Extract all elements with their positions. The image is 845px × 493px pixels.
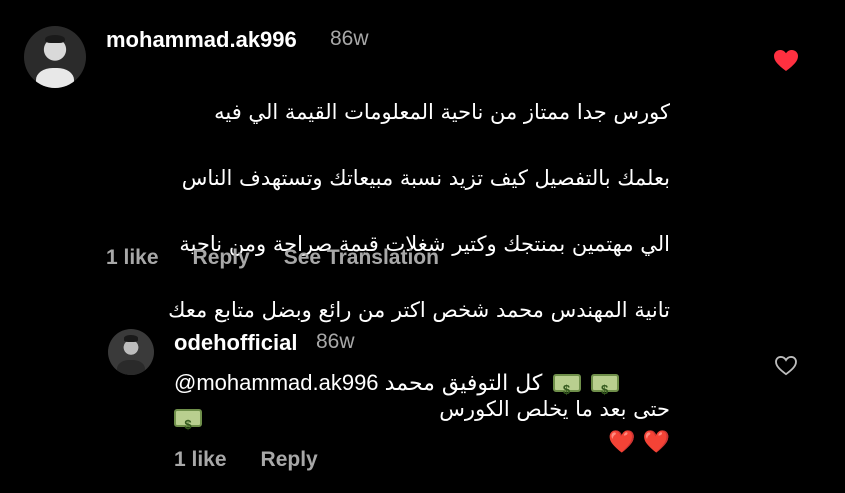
reply-actions: 1 like Reply: [174, 448, 318, 472]
avatar-hair: [123, 335, 139, 342]
reply-message: كل التوفيق محمد: [384, 371, 543, 396]
like-count[interactable]: 1 like: [174, 448, 227, 472]
comment-actions: 1 like Reply See Translation: [106, 246, 439, 270]
heart-filled-icon[interactable]: [774, 50, 798, 72]
heart-outline-icon[interactable]: [775, 355, 797, 376]
reply-time: 86w: [316, 330, 355, 353]
money-emoji-icon: [174, 408, 202, 442]
see-translation-button[interactable]: See Translation: [284, 246, 439, 270]
comment-username[interactable]: mohammad.ak996: [106, 27, 297, 53]
avatar-hair: [45, 34, 65, 44]
avatar-body: [117, 360, 145, 375]
reply-avatar[interactable]: [108, 329, 154, 375]
reply-button[interactable]: Reply: [261, 448, 318, 472]
mention-link[interactable]: @mohammad.ak996: [174, 370, 379, 395]
reply-button[interactable]: Reply: [193, 246, 250, 270]
comment-line: بعلمك بالتفصيل كيف تزيد نسبة مبيعاتك وتس…: [181, 166, 670, 190]
money-emoji-icon: [552, 373, 581, 407]
comment-line: تانية المهندس محمد شخص اكتر من رائع وبضل…: [168, 298, 670, 322]
avatar-body: [36, 68, 74, 88]
money-emoji-icon: [590, 373, 619, 407]
reply-body: @mohammad.ak996 كل التوفيق محمد: [174, 366, 734, 442]
reply-username[interactable]: odehofficial: [174, 330, 297, 356]
comment-time: 86w: [330, 27, 369, 50]
like-count[interactable]: 1 like: [106, 246, 159, 270]
comment-line: كورس جدا ممتاز من ناحية المعلومات القيمة…: [214, 100, 670, 124]
